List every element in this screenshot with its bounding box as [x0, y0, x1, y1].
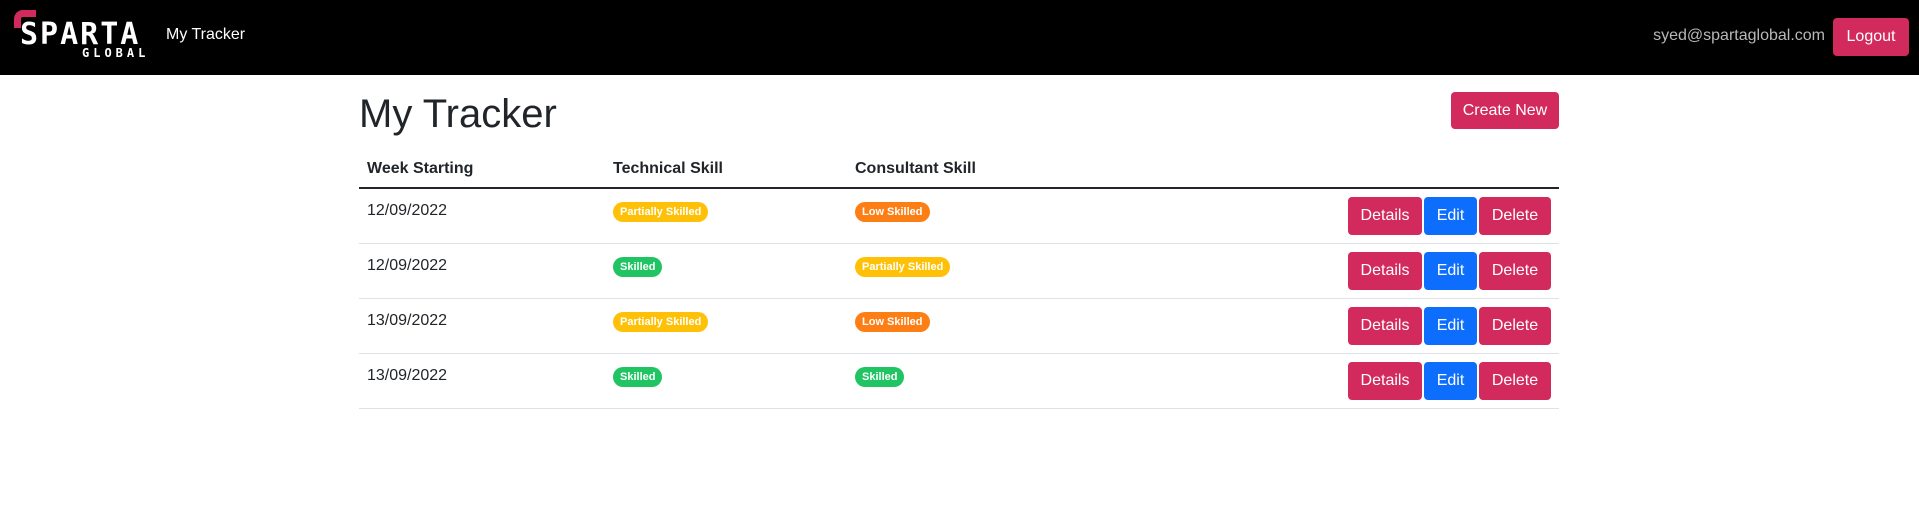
status-badge: Skilled — [613, 256, 663, 277]
row-actions: Details Edit Delete — [1147, 298, 1559, 354]
consultant-skill-cell: Skilled — [847, 353, 1147, 409]
page-title: My Tracker — [359, 92, 557, 136]
table-row: 13/09/2022 Partially Skilled Low Skilled… — [359, 298, 1559, 354]
status-badge: Partially Skilled — [613, 311, 709, 332]
details-button[interactable]: Details — [1348, 361, 1422, 400]
column-header-technical-skill: Technical Skill — [605, 150, 847, 189]
status-badge: Low Skilled — [855, 311, 930, 332]
logout-button[interactable]: Logout — [1833, 18, 1909, 56]
sparta-global-logo[interactable]: SPARTA GLOBAL — [14, 10, 146, 60]
technical-skill-cell: Partially Skilled — [605, 188, 847, 244]
column-header-week-starting: Week Starting — [359, 150, 605, 189]
consultant-skill-cell: Low Skilled — [847, 298, 1147, 354]
table-header-row: Week Starting Technical Skill Consultant… — [359, 150, 1559, 189]
technical-skill-cell: Skilled — [605, 243, 847, 299]
delete-button[interactable]: Delete — [1479, 361, 1551, 400]
edit-button[interactable]: Edit — [1424, 196, 1477, 235]
week-starting-cell: 12/09/2022 — [359, 243, 605, 299]
week-starting-cell: 12/09/2022 — [359, 188, 605, 244]
row-actions: Details Edit Delete — [1147, 188, 1559, 244]
top-navbar: SPARTA GLOBAL My Tracker syed@spartaglob… — [0, 0, 1919, 75]
edit-button[interactable]: Edit — [1424, 361, 1477, 400]
user-email: syed@spartaglobal.com — [1653, 27, 1825, 44]
delete-button[interactable]: Delete — [1479, 306, 1551, 345]
column-header-consultant-skill: Consultant Skill — [847, 150, 1147, 189]
tracker-table: Week Starting Technical Skill Consultant… — [359, 150, 1559, 409]
table-row: 12/09/2022 Skilled Partially Skilled Det… — [359, 243, 1559, 299]
technical-skill-cell: Partially Skilled — [605, 298, 847, 354]
details-button[interactable]: Details — [1348, 251, 1422, 290]
edit-button[interactable]: Edit — [1424, 251, 1477, 290]
nav-my-tracker-link[interactable]: My Tracker — [166, 26, 245, 44]
column-header-actions — [1147, 150, 1559, 189]
week-starting-cell: 13/09/2022 — [359, 353, 605, 409]
status-badge: Skilled — [613, 366, 663, 387]
week-starting-cell: 13/09/2022 — [359, 298, 605, 354]
delete-button[interactable]: Delete — [1479, 251, 1551, 290]
row-actions: Details Edit Delete — [1147, 243, 1559, 299]
consultant-skill-cell: Low Skilled — [847, 188, 1147, 244]
status-badge: Partially Skilled — [613, 202, 709, 222]
table-row: 12/09/2022 Partially Skilled Low Skilled… — [359, 188, 1559, 244]
details-button[interactable]: Details — [1348, 306, 1422, 345]
row-actions: Details Edit Delete — [1147, 353, 1559, 409]
logo-subtext: GLOBAL — [82, 46, 150, 60]
status-badge: Skilled — [855, 366, 905, 387]
create-new-button[interactable]: Create New — [1451, 92, 1559, 129]
technical-skill-cell: Skilled — [605, 353, 847, 409]
status-badge: Low Skilled — [855, 202, 930, 222]
table-row: 13/09/2022 Skilled Skilled Details Edit De… — [359, 353, 1559, 409]
status-badge: Partially Skilled — [855, 256, 951, 277]
details-button[interactable]: Details — [1348, 196, 1422, 235]
delete-button[interactable]: Delete — [1479, 196, 1551, 235]
consultant-skill-cell: Partially Skilled — [847, 243, 1147, 299]
edit-button[interactable]: Edit — [1424, 306, 1477, 345]
